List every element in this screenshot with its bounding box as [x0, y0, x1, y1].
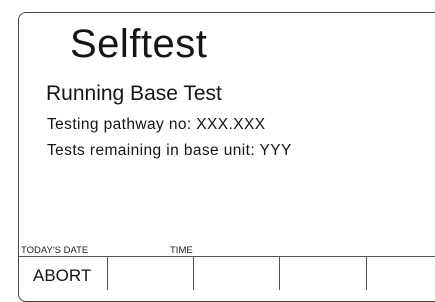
time-label: TIME [170, 245, 193, 256]
status-subtitle: Running Base Test [46, 82, 222, 105]
pathway-status-text: Testing pathway no: XXX.XXX [47, 116, 266, 133]
softkey-bar: ABORT [19, 256, 435, 290]
page-title: Selftest [70, 22, 208, 66]
softkey-5[interactable] [367, 257, 435, 290]
softkey-3[interactable] [194, 257, 280, 290]
abort-softkey[interactable]: ABORT [19, 257, 108, 290]
softkey-2[interactable] [108, 257, 194, 290]
tests-remaining-text: Tests remaining in base unit: YYY [47, 142, 292, 159]
softkey-4[interactable] [280, 257, 367, 290]
todays-date-label: TODAY'S DATE [21, 245, 89, 256]
